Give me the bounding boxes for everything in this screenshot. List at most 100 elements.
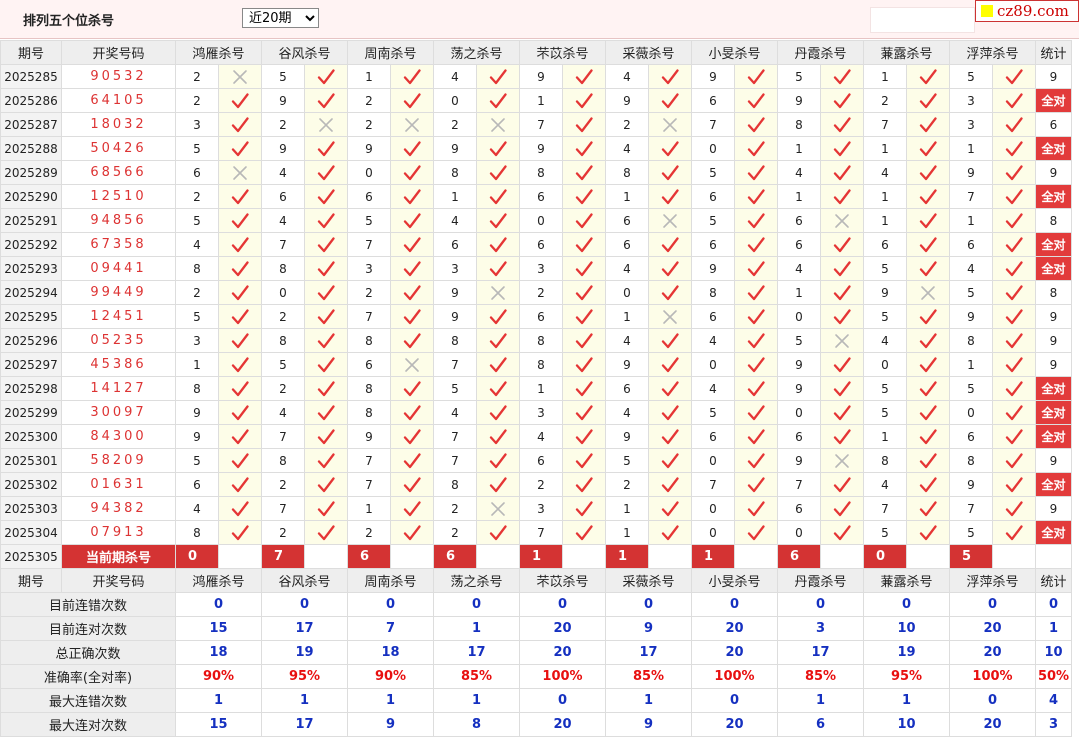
column-header-expert: 丹霞杀号: [777, 40, 864, 65]
kill-number-cell: 0: [777, 304, 821, 329]
check-icon: [919, 476, 937, 492]
check-icon: [833, 164, 851, 180]
check-icon: [747, 332, 765, 348]
check-icon: [919, 356, 937, 372]
summary-label: 目前连错次数: [0, 592, 176, 617]
check-icon: [833, 404, 851, 420]
result-mark-cell: [734, 304, 778, 329]
current-empty-cell: [734, 544, 778, 569]
result-mark-cell: [906, 208, 950, 233]
result-mark-cell: [992, 136, 1036, 161]
kill-number-cell: 2: [261, 112, 305, 137]
result-mark-cell: [390, 136, 434, 161]
check-icon: [231, 260, 249, 276]
result-mark-cell: [992, 64, 1036, 89]
check-icon: [575, 452, 593, 468]
result-mark-cell: [820, 256, 864, 281]
check-icon: [1005, 92, 1023, 108]
column-header-issue: 期号: [0, 40, 62, 65]
kill-number-cell: 1: [519, 376, 563, 401]
result-mark-cell: [992, 184, 1036, 209]
result-mark-cell: [734, 112, 778, 137]
result-mark-cell: [648, 304, 692, 329]
result-mark-cell: [820, 352, 864, 377]
kill-number-cell: 6: [691, 424, 735, 449]
current-empty-cell: [476, 544, 520, 569]
stat-cell: 9: [1035, 496, 1072, 521]
kill-number-cell: 2: [519, 280, 563, 305]
result-mark-cell: [906, 304, 950, 329]
table-row: 2025294 99449 2 0 2 9 2 0 8 1 9 5 8: [0, 280, 1072, 305]
check-icon: [489, 380, 507, 396]
kill-number-cell: 2: [175, 184, 219, 209]
check-icon: [1005, 68, 1023, 84]
result-mark-cell: [562, 232, 606, 257]
kill-number-cell: 8: [605, 160, 649, 185]
check-icon: [1005, 404, 1023, 420]
result-mark-cell: [992, 232, 1036, 257]
kill-number-cell: 1: [519, 88, 563, 113]
cross-icon: [663, 213, 677, 228]
period-select[interactable]: 近20期: [242, 8, 319, 28]
check-icon: [1005, 308, 1023, 324]
result-mark-cell: [218, 136, 262, 161]
check-icon: [575, 404, 593, 420]
kill-number-cell: 2: [175, 280, 219, 305]
check-icon: [575, 476, 593, 492]
result-mark-cell: [476, 328, 520, 353]
summary-value: 17: [261, 712, 348, 737]
summary-value: 50%: [1035, 664, 1072, 689]
check-icon: [403, 404, 421, 420]
summary-value: 20: [949, 616, 1036, 641]
result-mark-cell: [734, 328, 778, 353]
kill-number-cell: 5: [949, 520, 993, 545]
kill-number-cell: 5: [863, 520, 907, 545]
check-icon: [575, 332, 593, 348]
kill-number-cell: 1: [863, 424, 907, 449]
check-icon: [575, 380, 593, 396]
result-mark-cell: [218, 400, 262, 425]
check-icon: [317, 452, 335, 468]
check-icon: [231, 212, 249, 228]
check-icon: [231, 452, 249, 468]
kill-number-cell: 2: [433, 520, 477, 545]
summary-value: 19: [261, 640, 348, 665]
kill-number-cell: 4: [175, 496, 219, 521]
check-icon: [231, 116, 249, 132]
check-icon: [833, 284, 851, 300]
result-mark-cell: [476, 256, 520, 281]
result-mark-cell: [304, 424, 348, 449]
check-icon: [575, 260, 593, 276]
issue-cell: 2025296: [0, 328, 62, 353]
result-mark-cell: [562, 472, 606, 497]
summary-value: 17: [777, 640, 864, 665]
top-input-box[interactable]: [870, 7, 975, 33]
site-logo[interactable]: cz89.com: [975, 0, 1079, 22]
summary-row: 总正确次数 18 19 18 17 20 17 20 17 19 20 10: [0, 640, 1072, 665]
kill-number-cell: 9: [605, 424, 649, 449]
check-icon: [403, 476, 421, 492]
kill-number-cell: 9: [777, 88, 821, 113]
kill-number-cell: 4: [433, 64, 477, 89]
check-icon: [747, 308, 765, 324]
kill-number-cell: 8: [261, 448, 305, 473]
result-mark-cell: [820, 184, 864, 209]
check-icon: [231, 332, 249, 348]
kill-number-cell: 1: [777, 136, 821, 161]
result-mark-cell: [820, 472, 864, 497]
result-mark-cell: [992, 472, 1036, 497]
result-mark-cell: [218, 448, 262, 473]
check-icon: [403, 452, 421, 468]
kill-number-cell: 6: [433, 232, 477, 257]
kill-number-cell: 4: [433, 208, 477, 233]
kill-number-cell: 1: [347, 496, 391, 521]
column-header-stat: 统计: [1035, 568, 1072, 593]
result-mark-cell: [906, 280, 950, 305]
check-icon: [919, 116, 937, 132]
summary-row: 最大连对次数 15 17 9 8 20 9 20 6 10 20 3: [0, 712, 1072, 737]
result-mark-cell: [304, 400, 348, 425]
kill-number-cell: 3: [433, 256, 477, 281]
header-row: 期号 开奖号码 鸿雁杀号 谷风杀号 周南杀号 荡之杀号 芣苡杀号 采薇杀号 小旻杀号 丹霞杀号 蒹露…: [0, 40, 1072, 65]
table-row: 2025286 64105 2 9 2 0 1 9 6 9 2 3 全对: [0, 88, 1072, 113]
summary-value: 7: [347, 616, 434, 641]
